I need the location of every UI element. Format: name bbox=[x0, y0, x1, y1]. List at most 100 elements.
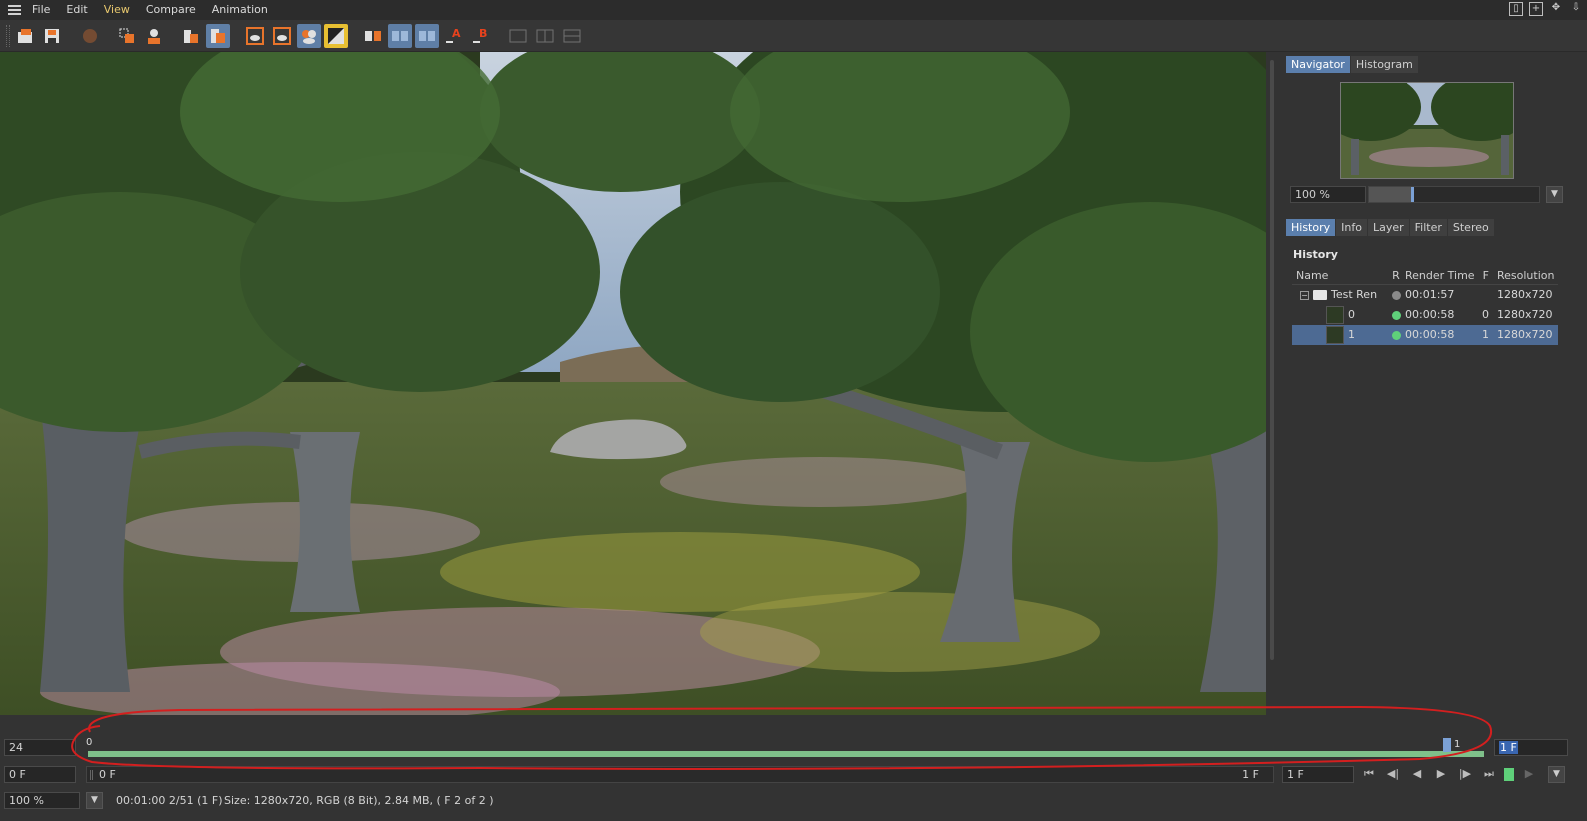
range-start-label: 0 F bbox=[99, 768, 116, 781]
remove-all-icon[interactable] bbox=[206, 23, 230, 48]
history-row[interactable]: 1 00:00:58 1 1280x720 bbox=[1292, 325, 1558, 345]
timeline-bar bbox=[88, 751, 1484, 757]
range-grip[interactable] bbox=[90, 770, 93, 780]
history-row-frame: 1 bbox=[1482, 328, 1489, 341]
track-start-label: 0 bbox=[86, 737, 93, 748]
go-start-icon[interactable]: ⏮ bbox=[1360, 765, 1378, 783]
status-zoom-chevron-icon[interactable]: ▼ bbox=[86, 792, 103, 809]
next-key-icon[interactable]: |▶ bbox=[1456, 765, 1474, 783]
set-b-icon[interactable]: B bbox=[469, 24, 493, 48]
history-row-resolution: 1280x720 bbox=[1497, 328, 1553, 341]
menu-file[interactable]: File bbox=[24, 0, 58, 20]
status-zoom-field[interactable]: 100 % bbox=[4, 792, 80, 809]
tree-collapse-icon[interactable]: − bbox=[1300, 290, 1309, 300]
stop-render-icon[interactable] bbox=[78, 24, 102, 48]
svg-text:A: A bbox=[452, 27, 461, 40]
column-name[interactable]: Name bbox=[1292, 267, 1389, 284]
navigator-zoom-slider[interactable] bbox=[1368, 186, 1540, 203]
history-row[interactable]: − Test Ren 00:01:57 1280x720 bbox=[1292, 285, 1558, 305]
remove-image-icon[interactable] bbox=[179, 24, 203, 48]
current-frame-field[interactable]: 1 F bbox=[1494, 739, 1568, 756]
toolbar-grip[interactable] bbox=[6, 24, 10, 47]
fps-field[interactable]: 24 bbox=[4, 739, 76, 756]
go-end-icon[interactable]: ⏭ bbox=[1480, 765, 1498, 783]
render-viewport[interactable] bbox=[0, 52, 1266, 715]
history-row-resolution: 1280x720 bbox=[1497, 288, 1553, 301]
open-image-icon[interactable] bbox=[14, 24, 38, 48]
play-forward-icon[interactable]: ▶ bbox=[1432, 765, 1450, 783]
view-compare-icon[interactable] bbox=[324, 23, 348, 48]
rendered-image bbox=[0, 52, 1266, 715]
set-a-icon[interactable]: A bbox=[442, 24, 466, 48]
left-frame-field[interactable]: 0 F bbox=[4, 766, 76, 783]
tab-info[interactable]: Info bbox=[1336, 219, 1367, 236]
zoom-slider-knob[interactable] bbox=[1410, 187, 1414, 202]
hamburger-menu-icon[interactable] bbox=[4, 0, 24, 20]
column-r[interactable]: R bbox=[1389, 267, 1403, 284]
history-row-name: 1 bbox=[1348, 328, 1355, 341]
frame-marker[interactable] bbox=[1443, 738, 1451, 752]
history-row-status bbox=[1389, 285, 1403, 305]
ab-swap-icon[interactable] bbox=[415, 23, 439, 48]
ab-split-icon[interactable] bbox=[388, 23, 412, 48]
tab-layer[interactable]: Layer bbox=[1367, 219, 1409, 236]
navigator-zoom-field[interactable]: 100 % bbox=[1290, 186, 1366, 203]
menu-view[interactable]: View bbox=[96, 0, 138, 20]
timeline-track[interactable]: 0 1 bbox=[86, 736, 1486, 760]
menu-edit[interactable]: Edit bbox=[58, 0, 95, 20]
history-row-name-cell: − Test Ren bbox=[1292, 285, 1389, 305]
zoom-dropdown-chevron-icon[interactable]: ▼ bbox=[1546, 186, 1563, 203]
column-resolution[interactable]: Resolution bbox=[1493, 267, 1558, 284]
status-dot-icon bbox=[1391, 290, 1401, 300]
history-table: Name R Render Time F Resolution − Test Re… bbox=[1292, 267, 1558, 345]
view-stereo-icon[interactable] bbox=[297, 23, 321, 48]
render-region-icon[interactable] bbox=[115, 24, 139, 48]
prev-key-icon[interactable]: ◀| bbox=[1384, 765, 1402, 783]
status-time: 00:01:00 2/51 (1 F) bbox=[116, 794, 223, 807]
history-row-frame: 0 bbox=[1482, 308, 1489, 321]
tab-history[interactable]: History bbox=[1286, 219, 1336, 236]
history-row[interactable]: 0 00:00:58 0 1280x720 bbox=[1292, 305, 1558, 325]
view-rgb-icon[interactable] bbox=[243, 24, 267, 48]
status-bar: 100 % ▼ 00:01:00 2/51 (1 F) Size: 1280x7… bbox=[0, 792, 1587, 810]
menu-bar: File Edit View Compare Animation ▯ + ✥ ⇩ bbox=[0, 0, 1587, 20]
history-title: History bbox=[1293, 248, 1338, 261]
column-f[interactable]: F bbox=[1475, 267, 1493, 284]
scrollbar-thumb[interactable] bbox=[1270, 60, 1274, 660]
move-panel-icon[interactable]: ✥ bbox=[1549, 2, 1563, 16]
toolbar: A B bbox=[0, 20, 1587, 52]
tab-histogram[interactable]: Histogram bbox=[1350, 56, 1418, 73]
view-alpha-icon[interactable] bbox=[270, 24, 294, 48]
render-active-icon[interactable] bbox=[142, 24, 166, 48]
drag-panel-icon[interactable]: ⇩ bbox=[1569, 2, 1583, 16]
history-row-name: 0 bbox=[1348, 308, 1355, 321]
column-render-time[interactable]: Render Time bbox=[1403, 267, 1475, 284]
history-row-time: 00:01:57 bbox=[1405, 288, 1455, 301]
frame-step-field[interactable]: 1 F bbox=[1282, 766, 1354, 783]
record-icon[interactable]: ▶ bbox=[1520, 765, 1538, 783]
history-row-name-cell: 0 bbox=[1292, 305, 1389, 325]
timeline-dropdown-chevron-icon[interactable]: ▼ bbox=[1548, 766, 1565, 783]
history-row-resolution: 1280x720 bbox=[1497, 308, 1553, 321]
history-row-name: Test Ren bbox=[1331, 288, 1378, 301]
image-thumbnail-icon bbox=[1326, 306, 1344, 324]
menu-compare[interactable]: Compare bbox=[138, 0, 204, 20]
history-row-name-cell: 1 bbox=[1292, 325, 1389, 345]
tab-navigator[interactable]: Navigator bbox=[1286, 56, 1350, 73]
ab-compare-icon[interactable] bbox=[361, 24, 385, 48]
tab-filter[interactable]: Filter bbox=[1409, 219, 1447, 236]
viewport-scrollbar[interactable] bbox=[1268, 52, 1276, 715]
menu-animation[interactable]: Animation bbox=[204, 0, 276, 20]
save-image-icon[interactable] bbox=[41, 24, 65, 48]
layout-1-icon[interactable] bbox=[506, 24, 530, 48]
layout-3-icon[interactable] bbox=[560, 24, 584, 48]
layout-2-icon[interactable] bbox=[533, 24, 557, 48]
range-bar[interactable]: 0 F 1 F bbox=[86, 766, 1274, 783]
play-backward-icon[interactable]: ◀ bbox=[1408, 765, 1426, 783]
tab-stereo[interactable]: Stereo bbox=[1447, 219, 1494, 236]
status-dot-icon bbox=[1391, 330, 1401, 340]
navigator-thumbnail[interactable] bbox=[1340, 82, 1514, 179]
panel-toggle-icon[interactable]: ▯ bbox=[1509, 2, 1523, 16]
add-panel-icon[interactable]: + bbox=[1529, 2, 1543, 16]
loop-icon[interactable] bbox=[1504, 767, 1514, 781]
